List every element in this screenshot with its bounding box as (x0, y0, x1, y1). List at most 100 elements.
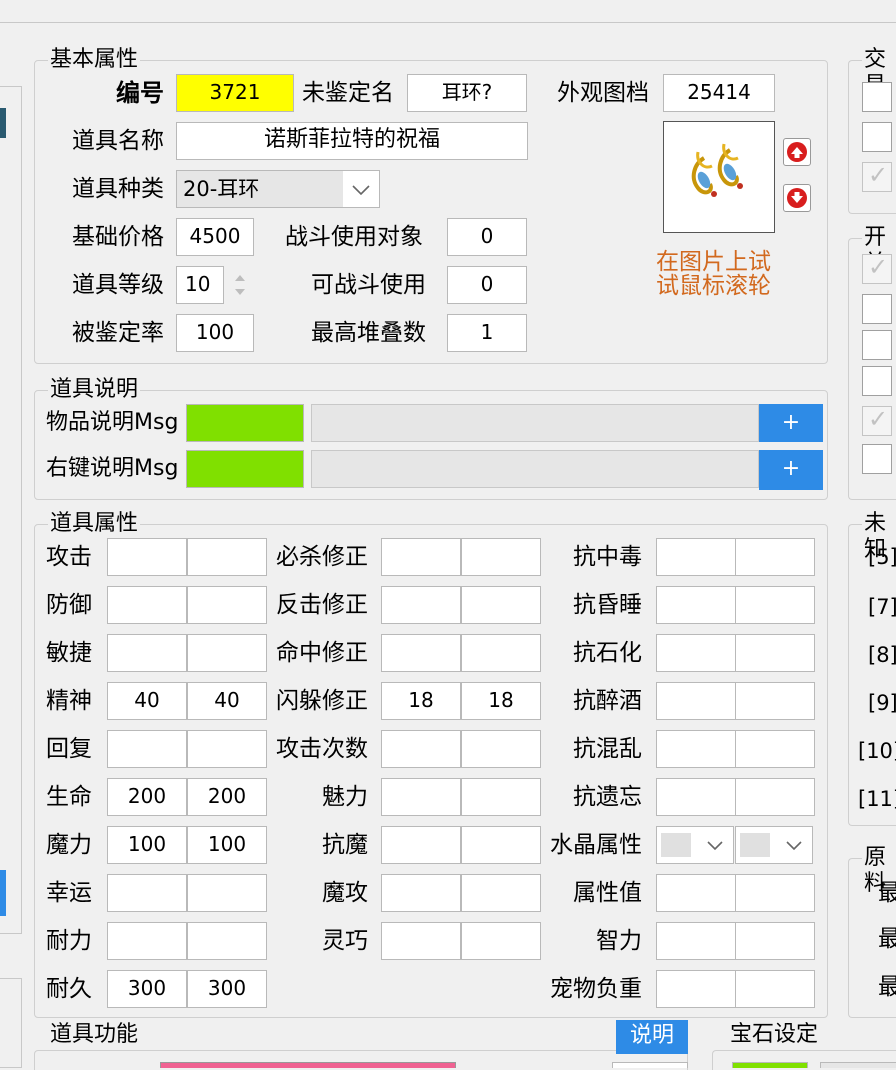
open-checkbox-1[interactable] (862, 253, 892, 284)
appearance-field[interactable]: 25414 (663, 74, 775, 112)
col2-value-field[interactable] (381, 586, 461, 624)
col2-value-field[interactable] (381, 922, 461, 960)
col2-value-field[interactable]: 18 (381, 682, 461, 720)
col3-value-field[interactable] (656, 922, 736, 960)
trade-checkbox-3[interactable] (862, 161, 892, 192)
arrow-down-button[interactable] (783, 184, 811, 212)
crystal-select-2[interactable] (735, 826, 813, 864)
level-field[interactable]: 10 (176, 266, 224, 304)
col1-value-field[interactable]: 300 (187, 970, 267, 1008)
col3-value-field[interactable] (735, 586, 815, 624)
col2-value-field[interactable] (461, 922, 541, 960)
name-field[interactable]: 诺斯菲拉特的祝福 (176, 122, 528, 160)
col1-value-field[interactable]: 100 (187, 826, 267, 864)
col1-value-field[interactable]: 300 (107, 970, 187, 1008)
item-msg-add-button[interactable]: + (759, 404, 823, 442)
trade-checkbox-2[interactable] (862, 122, 892, 152)
col3-value-field[interactable] (735, 970, 815, 1008)
col2-value-field[interactable] (381, 538, 461, 576)
col3-value-field[interactable] (656, 970, 736, 1008)
crystal-select-1[interactable] (656, 826, 734, 864)
col1-value-field[interactable] (107, 874, 187, 912)
identify-field[interactable]: 100 (176, 314, 254, 352)
col3-value-field[interactable] (735, 874, 815, 912)
col2-value-field[interactable] (461, 826, 541, 864)
col1-value-field[interactable] (107, 538, 187, 576)
col2-value-field[interactable] (381, 874, 461, 912)
func-field[interactable] (160, 1062, 456, 1068)
col2-value-field[interactable] (461, 586, 541, 624)
col1-value-field[interactable] (187, 922, 267, 960)
open-checkbox-4[interactable] (862, 366, 892, 396)
col3-value-field[interactable] (735, 634, 815, 672)
raw-item-label: 最 (878, 974, 896, 1000)
item-msg-field[interactable] (311, 404, 759, 442)
col2-value-field[interactable] (461, 874, 541, 912)
col3-value-field[interactable] (656, 586, 736, 624)
right-msg-add-button[interactable]: + (759, 450, 823, 490)
col1-value-field[interactable] (187, 874, 267, 912)
price-field[interactable]: 4500 (176, 218, 254, 256)
col2-value-field[interactable] (381, 826, 461, 864)
item-image-preview[interactable] (663, 121, 775, 233)
col1-value-field[interactable] (187, 586, 267, 624)
item-msg-color[interactable] (186, 404, 304, 442)
col1-value-field[interactable]: 40 (187, 682, 267, 720)
open-checkbox-6[interactable] (862, 444, 892, 474)
battle-target-field[interactable]: 0 (447, 218, 527, 256)
col2-value-field[interactable] (381, 634, 461, 672)
id-field[interactable]: 3721 (176, 74, 294, 112)
col2-label: 命中修正 (276, 640, 368, 666)
col3-value-field[interactable] (656, 874, 736, 912)
col3-value-field[interactable] (735, 538, 815, 576)
col2-value-field[interactable] (461, 634, 541, 672)
col2-value-field[interactable]: 18 (461, 682, 541, 720)
col2-label: 灵巧 (322, 928, 368, 954)
func-field-2[interactable] (612, 1062, 688, 1068)
spinner-arrows-icon[interactable] (232, 270, 248, 300)
col3-value-field[interactable] (656, 730, 736, 768)
type-select[interactable]: 20-耳环 (176, 170, 380, 208)
open-checkbox-5[interactable] (862, 405, 892, 436)
stack-field[interactable]: 1 (447, 314, 527, 352)
col1-value-field[interactable] (187, 634, 267, 672)
right-msg-field[interactable] (311, 450, 759, 488)
col3-value-field[interactable] (656, 538, 736, 576)
func-explain-button[interactable]: 说明 (616, 1020, 688, 1054)
col1-value-field[interactable] (187, 538, 267, 576)
col3-value-field[interactable] (735, 730, 815, 768)
col1-value-field[interactable] (107, 922, 187, 960)
open-checkbox-3[interactable] (862, 330, 892, 360)
col3-value-field[interactable] (735, 682, 815, 720)
col2-value-field[interactable] (461, 778, 541, 816)
col1-value-field[interactable]: 100 (107, 826, 187, 864)
col1-value-field[interactable] (187, 730, 267, 768)
gem-color-field[interactable] (732, 1062, 808, 1068)
col2-value-field[interactable] (381, 730, 461, 768)
right-msg-color[interactable] (186, 450, 304, 488)
open-checkbox-2[interactable] (862, 294, 892, 324)
col2-value-field[interactable] (381, 778, 461, 816)
col2-value-field[interactable] (461, 730, 541, 768)
left-edge-blue[interactable] (0, 870, 6, 916)
col2-value-field[interactable] (461, 538, 541, 576)
col1-value-field[interactable] (107, 730, 187, 768)
col1-value-field[interactable]: 200 (107, 778, 187, 816)
col1-value-field[interactable]: 40 (107, 682, 187, 720)
col3-value-field[interactable] (656, 778, 736, 816)
col1-value-field[interactable] (107, 586, 187, 624)
col3-value-field[interactable] (656, 682, 736, 720)
arrow-up-button[interactable] (783, 138, 811, 166)
col1-value-field[interactable] (107, 634, 187, 672)
trade-checkbox-1[interactable] (862, 82, 892, 112)
unid-field[interactable]: 耳环? (407, 74, 527, 112)
col3-value-field[interactable] (735, 922, 815, 960)
col3-label: 抗遗忘 (573, 784, 642, 810)
battle-use-field[interactable]: 0 (447, 266, 527, 304)
gem-field[interactable] (820, 1062, 896, 1068)
level-spinner[interactable]: 10 (176, 266, 254, 304)
col3-value-field[interactable] (656, 634, 736, 672)
col1-value-field[interactable]: 200 (187, 778, 267, 816)
left-edge-tab[interactable] (0, 108, 6, 138)
col3-value-field[interactable] (735, 778, 815, 816)
